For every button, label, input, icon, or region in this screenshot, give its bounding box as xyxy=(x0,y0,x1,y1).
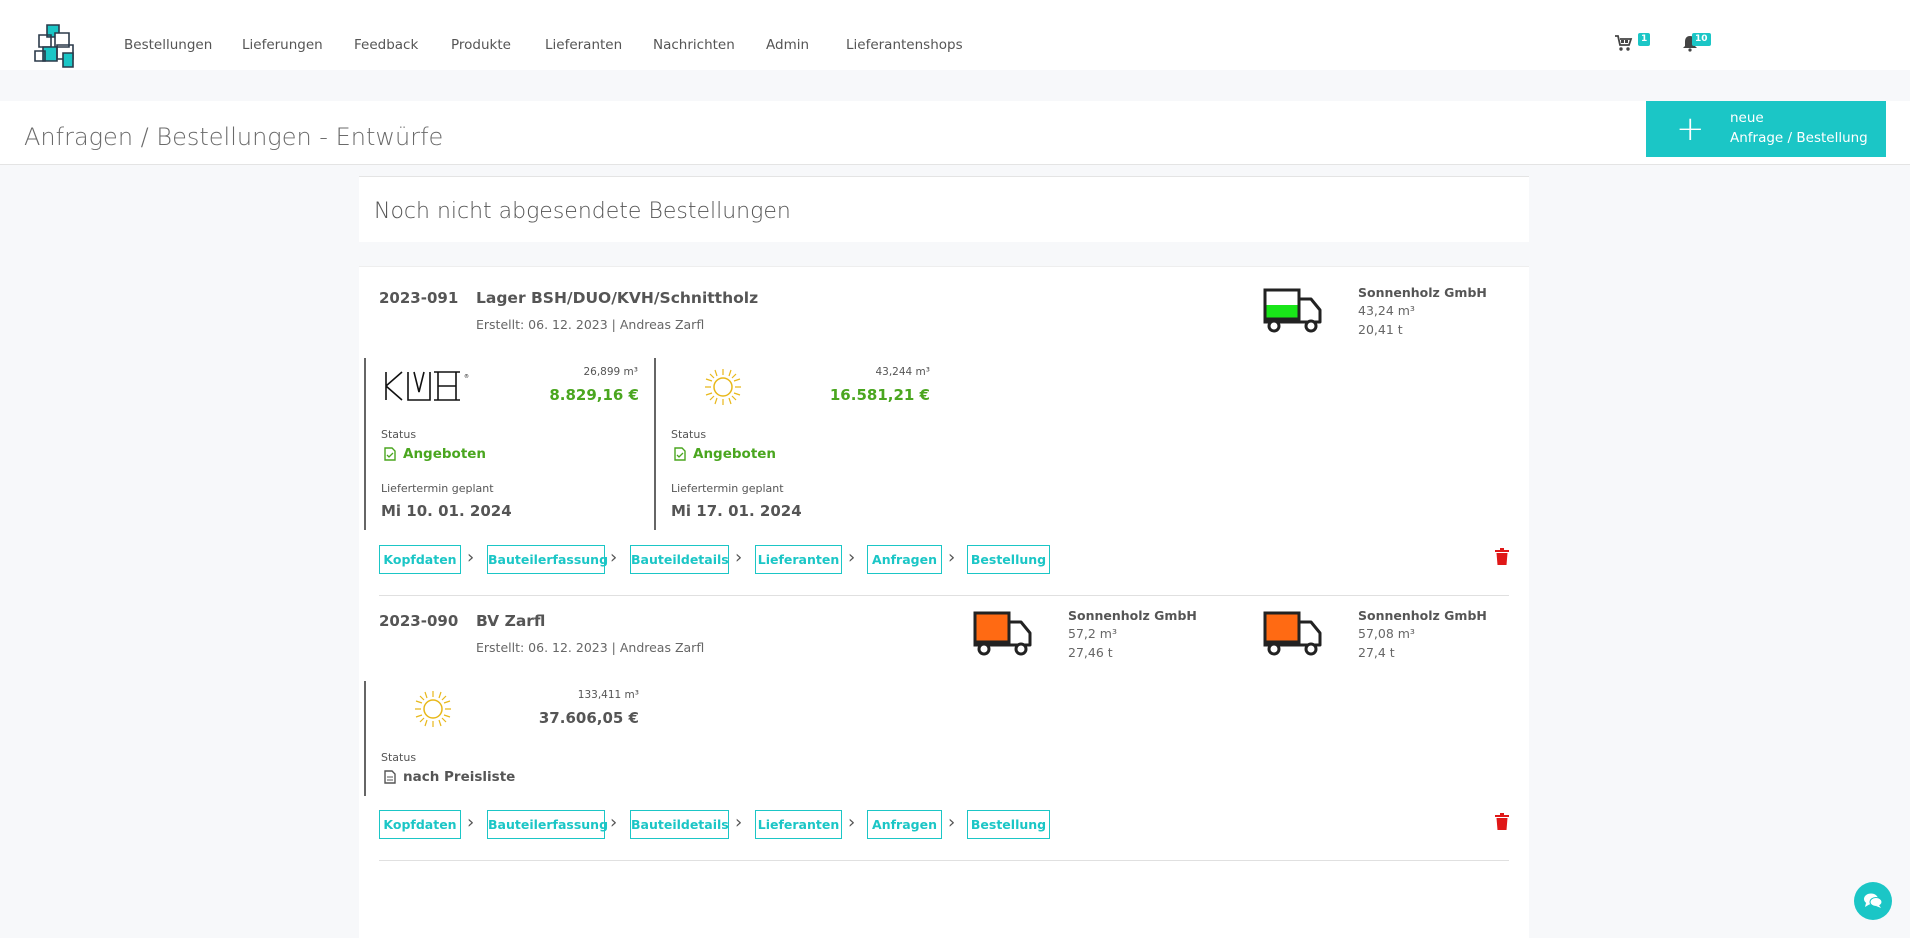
step-lieferanten[interactable]: Lieferanten xyxy=(755,545,842,574)
document-icon xyxy=(384,770,396,784)
nav-lieferanten[interactable]: Lieferanten xyxy=(545,37,622,53)
new-button-line1: neue xyxy=(1730,110,1764,126)
delivery-date-label: Liefertermin geplant xyxy=(671,482,784,495)
truck-icon xyxy=(973,611,1032,656)
step-bauteildetails[interactable]: Bauteildetails xyxy=(630,810,729,839)
document-icon xyxy=(384,447,396,461)
app-logo[interactable] xyxy=(33,21,79,69)
sun-logo xyxy=(415,691,451,727)
chevron-right-icon: › xyxy=(610,547,618,568)
chevron-right-icon: › xyxy=(735,812,743,833)
step-bestellung[interactable]: Bestellung xyxy=(967,810,1050,839)
order-separator xyxy=(379,860,1509,861)
delivery-date: Mi 10. 01. 2024 xyxy=(381,502,512,520)
bell-badge: 10 xyxy=(1692,33,1711,46)
step-anfragen[interactable]: Anfragen xyxy=(867,810,942,839)
truck-supplier: Sonnenholz GmbH xyxy=(1068,608,1197,623)
cart-icon[interactable] xyxy=(1614,34,1634,52)
page-title: Anfragen / Bestellungen - Entwürfe xyxy=(24,123,444,151)
nav-lieferantenshops[interactable]: Lieferantenshops xyxy=(846,37,963,53)
delivery-date-label: Liefertermin geplant xyxy=(381,482,494,495)
trash-icon[interactable] xyxy=(1495,548,1509,565)
nav-feedback[interactable]: Feedback xyxy=(354,37,418,53)
chevron-right-icon: › xyxy=(735,547,743,568)
offer-quantity: 133,411 m³ xyxy=(577,689,639,701)
chevron-right-icon: › xyxy=(948,812,956,833)
offer-quantity: 26,899 m³ xyxy=(583,366,638,378)
chevron-right-icon: › xyxy=(610,812,618,833)
delivery-date: Mi 17. 01. 2024 xyxy=(671,502,802,520)
offer-price: 16.581,21 € xyxy=(829,386,930,404)
step-kopfdaten[interactable]: Kopfdaten xyxy=(379,545,461,574)
chevron-right-icon: › xyxy=(848,812,856,833)
section-title: Noch nicht abgesendete Bestellungen xyxy=(374,199,791,224)
offer-status: Angeboten xyxy=(403,446,487,462)
truck-weight: 20,41 t xyxy=(1358,322,1403,337)
truck-supplier: Sonnenholz GmbH xyxy=(1358,285,1487,300)
cart-badge: 1 xyxy=(1638,33,1651,46)
offer-divider xyxy=(364,681,366,796)
order-separator xyxy=(379,595,1509,596)
chevron-right-icon: › xyxy=(948,547,956,568)
offer-price: 37.606,05 € xyxy=(538,709,639,727)
nav-nachrichten[interactable]: Nachrichten xyxy=(653,37,735,53)
sun-logo xyxy=(705,369,741,405)
document-icon xyxy=(674,447,686,461)
offer-status: nach Preisliste xyxy=(403,769,516,785)
step-bauteilerfassung[interactable]: Bauteilerfassung xyxy=(487,810,608,839)
status-label: Status xyxy=(671,428,707,441)
chat-button[interactable] xyxy=(1854,882,1892,920)
new-button-line2: Anfrage / Bestellung xyxy=(1730,130,1868,146)
order-created: Erstellt: 06. 12. 2023 | Andreas Zarfl xyxy=(476,640,705,655)
nav-lieferungen[interactable]: Lieferungen xyxy=(242,37,323,53)
status-label: Status xyxy=(381,751,417,764)
offer-divider xyxy=(654,358,656,530)
truck-weight: 27,46 t xyxy=(1068,645,1113,660)
nav-produkte[interactable]: Produkte xyxy=(451,37,511,53)
top-navbar: Bestellungen Lieferungen Feedback Produk… xyxy=(0,0,1910,70)
step-bauteildetails[interactable]: Bauteildetails xyxy=(630,545,729,574)
new-request-button[interactable]: + neue Anfrage / Bestellung xyxy=(1646,101,1886,157)
section-divider xyxy=(359,242,1529,267)
nav-bestellungen[interactable]: Bestellungen xyxy=(124,37,212,53)
plus-icon: + xyxy=(1676,109,1705,149)
truck-icon xyxy=(1263,611,1322,656)
offer-status: Angeboten xyxy=(693,446,777,462)
truck-icon xyxy=(1263,288,1322,333)
step-anfragen[interactable]: Anfragen xyxy=(867,545,942,574)
trash-icon[interactable] xyxy=(1495,813,1509,830)
step-kopfdaten[interactable]: Kopfdaten xyxy=(379,810,461,839)
order-name[interactable]: Lager BSH/DUO/KVH/Schnittholz xyxy=(476,289,758,307)
offer-divider xyxy=(364,358,366,530)
truck-volume: 57,2 m³ xyxy=(1068,626,1117,641)
step-bestellung[interactable]: Bestellung xyxy=(967,545,1050,574)
nav-admin[interactable]: Admin xyxy=(766,37,809,53)
order-number[interactable]: 2023-091 xyxy=(379,289,458,307)
chevron-right-icon: › xyxy=(848,547,856,568)
truck-volume: 57,08 m³ xyxy=(1358,626,1415,641)
kvh-logo: ® xyxy=(385,371,469,401)
order-number[interactable]: 2023-090 xyxy=(379,612,458,630)
truck-weight: 27,4 t xyxy=(1358,645,1395,660)
chevron-right-icon: › xyxy=(467,812,475,833)
svg-text:®: ® xyxy=(464,373,469,380)
step-lieferanten[interactable]: Lieferanten xyxy=(755,810,842,839)
order-name[interactable]: BV Zarfl xyxy=(476,612,545,630)
offer-quantity: 43,244 m³ xyxy=(875,366,930,378)
chat-icon xyxy=(1864,893,1883,908)
truck-supplier: Sonnenholz GmbH xyxy=(1358,608,1487,623)
truck-volume: 43,24 m³ xyxy=(1358,303,1415,318)
status-label: Status xyxy=(381,428,417,441)
chevron-right-icon: › xyxy=(467,547,475,568)
order-created: Erstellt: 06. 12. 2023 | Andreas Zarfl xyxy=(476,317,705,332)
offer-price: 8.829,16 € xyxy=(549,386,639,404)
step-bauteilerfassung[interactable]: Bauteilerfassung xyxy=(487,545,608,574)
